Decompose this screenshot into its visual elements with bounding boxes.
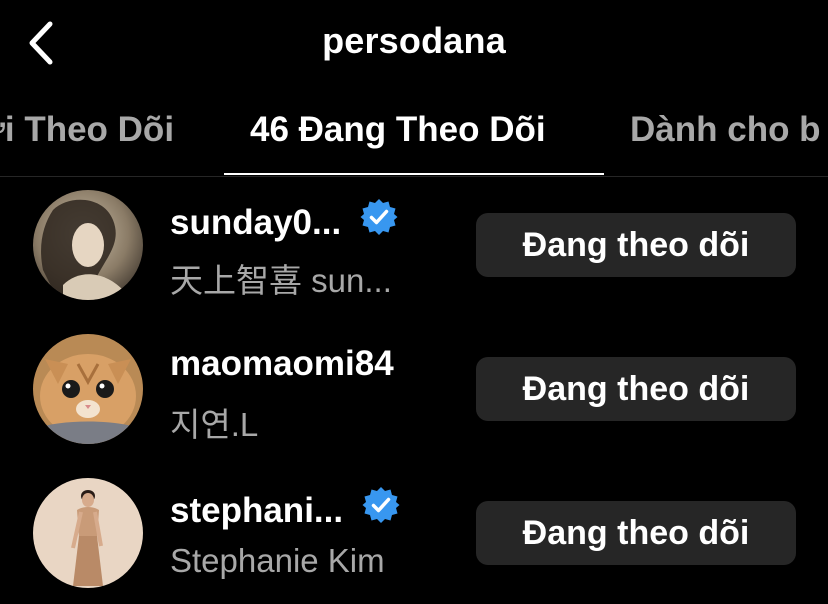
- account-row[interactable]: stephani... Stephanie Kim Đang theo dõi: [0, 468, 828, 598]
- following-button[interactable]: Đang theo dõi: [476, 213, 796, 277]
- tab-for-you[interactable]: Dành cho b: [630, 110, 821, 150]
- tab-following[interactable]: 46 Đang Theo Dõi: [250, 110, 546, 150]
- full-name: Stephanie Kim: [170, 542, 385, 579]
- verified-badge-icon: [361, 485, 401, 534]
- tab-followers[interactable]: ời Theo Dõi: [0, 110, 174, 150]
- username[interactable]: stephani...: [170, 485, 401, 537]
- full-name: 天上智喜 sun...: [170, 262, 392, 299]
- avatar[interactable]: [33, 478, 143, 588]
- following-button[interactable]: Đang theo dõi: [476, 357, 796, 421]
- avatar[interactable]: [33, 190, 143, 300]
- account-row[interactable]: sunday0... 天上智喜 sun... Đang theo dõi: [0, 180, 828, 310]
- following-button[interactable]: Đang theo dõi: [476, 501, 796, 565]
- top-bar: persodana: [0, 0, 828, 90]
- tab-bar: ời Theo Dõi 46 Đang Theo Dõi Dành cho b: [0, 100, 828, 177]
- page-title: persodana: [322, 20, 506, 61]
- avatar[interactable]: [33, 334, 143, 444]
- username[interactable]: sunday0...: [170, 197, 399, 249]
- active-tab-indicator: [224, 173, 604, 175]
- verified-badge-icon: [359, 197, 399, 246]
- username[interactable]: maomaomi84: [170, 344, 394, 384]
- full-name: 지연.L: [170, 406, 259, 443]
- account-row[interactable]: maomaomi84 지연.L Đang theo dõi: [0, 324, 828, 454]
